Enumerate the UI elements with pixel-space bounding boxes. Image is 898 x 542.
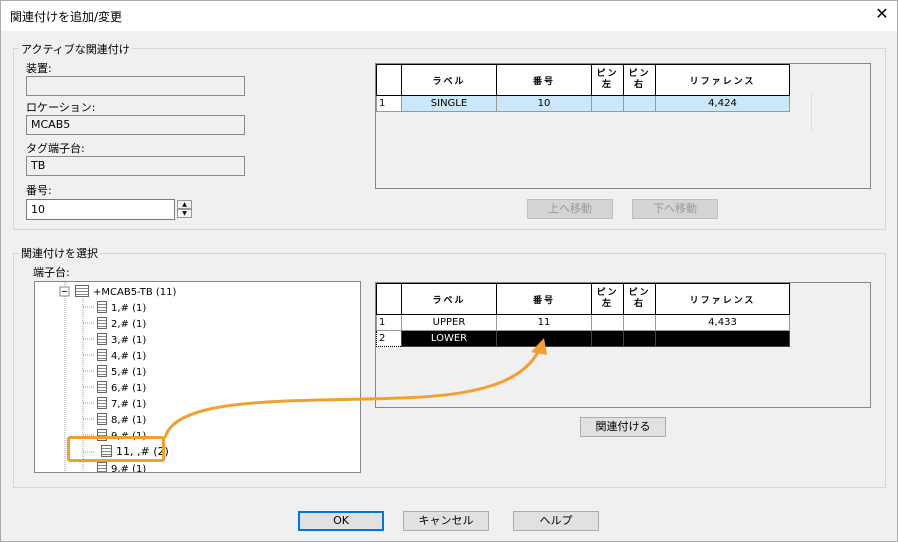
annotation-arrow [163,338,547,439]
help-button[interactable]: ヘルプ [513,511,599,531]
ok-button[interactable]: OK [298,511,384,531]
cancel-button[interactable]: キャンセル [403,511,489,531]
